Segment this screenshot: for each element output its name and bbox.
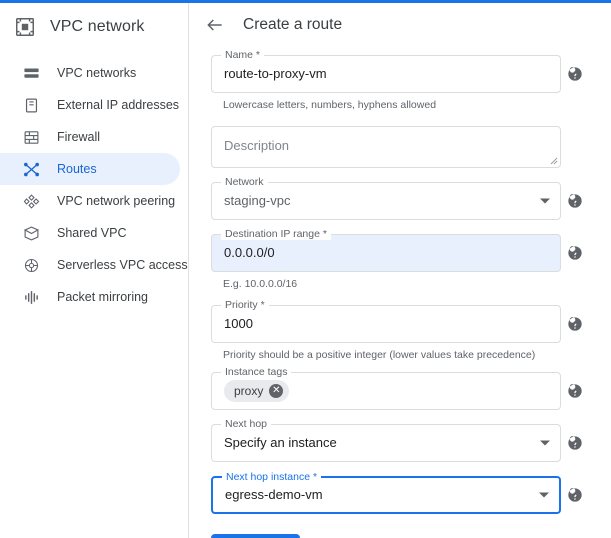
destination-ip-range-value: 0.0.0.0/0 bbox=[224, 245, 275, 261]
description-field-wrap: Description bbox=[211, 126, 561, 168]
sidebar-item-label: Serverless VPC access bbox=[57, 258, 188, 272]
sidebar-item-shared-vpc[interactable]: Shared VPC bbox=[0, 217, 188, 249]
create-route-form: Name * route-to-proxy-vm Lowercase lette… bbox=[189, 47, 611, 538]
page-header: Create a route bbox=[189, 3, 611, 47]
sidebar-item-vpc-networks[interactable]: VPC networks bbox=[0, 57, 188, 89]
cancel-button[interactable]: CANCEL bbox=[310, 534, 392, 538]
external-ip-icon bbox=[22, 96, 40, 114]
next-hop-instance-select[interactable]: Next hop instance * egress-demo-vm bbox=[211, 476, 561, 514]
sidebar: VPC network VPC networks bbox=[0, 3, 189, 538]
sidebar-item-label: External IP addresses bbox=[57, 98, 179, 112]
serverless-access-icon bbox=[22, 256, 40, 274]
app-window: VPC network VPC networks bbox=[0, 0, 611, 538]
destination-ip-range-label: Destination IP range * bbox=[221, 228, 331, 240]
help-icon[interactable] bbox=[567, 316, 583, 332]
body-row: VPC network VPC networks bbox=[0, 3, 611, 538]
instance-tags-label: Instance tags bbox=[221, 366, 291, 378]
sidebar-item-external-ip-addresses[interactable]: External IP addresses bbox=[0, 89, 188, 121]
priority-label: Priority * bbox=[221, 299, 269, 311]
peering-icon bbox=[22, 192, 40, 210]
priority-input[interactable]: Priority * 1000 bbox=[211, 305, 561, 343]
close-icon[interactable]: ✕ bbox=[269, 384, 283, 398]
sidebar-item-label: Shared VPC bbox=[57, 226, 126, 240]
sidebar-item-vpc-network-peering[interactable]: VPC network peering bbox=[0, 185, 188, 217]
shared-vpc-icon bbox=[22, 224, 40, 242]
priority-helper-text: Priority should be a positive integer (l… bbox=[223, 348, 587, 362]
next-hop-instance-value: egress-demo-vm bbox=[225, 487, 323, 503]
help-icon[interactable] bbox=[567, 193, 583, 209]
sidebar-item-label: Packet mirroring bbox=[57, 290, 148, 304]
chevron-down-icon[interactable] bbox=[540, 199, 550, 204]
name-value: route-to-proxy-vm bbox=[224, 66, 327, 82]
destination-ip-range-input[interactable]: Destination IP range * 0.0.0.0/0 bbox=[211, 234, 561, 272]
instance-tag-chip[interactable]: proxy ✕ bbox=[224, 380, 289, 402]
sidebar-item-label: VPC network peering bbox=[57, 194, 175, 208]
next-hop-instance-field-wrap: Next hop instance * egress-demo-vm bbox=[211, 476, 561, 514]
form-actions: CREATE CANCEL bbox=[211, 534, 587, 538]
network-select[interactable]: Network staging-vpc bbox=[211, 182, 561, 220]
priority-field-wrap: Priority * 1000 bbox=[211, 305, 561, 343]
next-hop-instance-label: Next hop instance * bbox=[222, 471, 321, 483]
resize-handle-icon[interactable] bbox=[550, 157, 558, 165]
sidebar-item-label: Routes bbox=[57, 162, 97, 176]
main-panel: Create a route Name * route-to-proxy-vm bbox=[189, 3, 611, 538]
sidebar-item-routes[interactable]: Routes bbox=[0, 153, 180, 185]
next-hop-field-wrap: Next hop Specify an instance bbox=[211, 424, 561, 462]
network-value: staging-vpc bbox=[224, 193, 290, 209]
firewall-icon bbox=[22, 128, 40, 146]
description-placeholder: Description bbox=[224, 138, 289, 153]
network-field-wrap: Network staging-vpc bbox=[211, 182, 561, 220]
create-button[interactable]: CREATE bbox=[211, 534, 300, 538]
priority-value: 1000 bbox=[224, 316, 253, 332]
instance-tags-field-wrap: Instance tags proxy ✕ bbox=[211, 372, 561, 410]
next-hop-select[interactable]: Next hop Specify an instance bbox=[211, 424, 561, 462]
destination-ip-range-helper-text: E.g. 10.0.0.0/16 bbox=[223, 277, 587, 291]
name-label: Name * bbox=[221, 49, 264, 61]
sidebar-item-serverless-vpc-access[interactable]: Serverless VPC access bbox=[0, 249, 188, 281]
vpc-network-icon bbox=[14, 16, 36, 38]
routes-icon bbox=[22, 160, 40, 178]
help-icon[interactable] bbox=[567, 487, 583, 503]
instance-tags-input[interactable]: Instance tags proxy ✕ bbox=[211, 372, 561, 410]
back-arrow-icon[interactable] bbox=[205, 15, 225, 35]
sidebar-header: VPC network bbox=[0, 7, 188, 47]
chevron-down-icon[interactable] bbox=[540, 441, 550, 446]
description-input[interactable]: Description bbox=[211, 126, 561, 168]
packet-mirroring-icon bbox=[22, 288, 40, 306]
sidebar-item-label: Firewall bbox=[57, 130, 100, 144]
name-helper-text: Lowercase letters, numbers, hyphens allo… bbox=[223, 98, 587, 112]
destination-ip-range-field-wrap: Destination IP range * 0.0.0.0/0 bbox=[211, 234, 561, 272]
next-hop-label: Next hop bbox=[221, 418, 271, 430]
name-input[interactable]: Name * route-to-proxy-vm bbox=[211, 55, 561, 93]
help-icon[interactable] bbox=[567, 383, 583, 399]
sidebar-title: VPC network bbox=[50, 18, 144, 36]
help-icon[interactable] bbox=[567, 435, 583, 451]
chevron-down-icon[interactable] bbox=[539, 493, 549, 498]
instance-tag-chip-label: proxy bbox=[234, 384, 263, 398]
page-title: Create a route bbox=[243, 16, 342, 34]
network-label: Network bbox=[221, 176, 268, 188]
sidebar-item-firewall[interactable]: Firewall bbox=[0, 121, 188, 153]
name-field-wrap: Name * route-to-proxy-vm bbox=[211, 55, 561, 93]
sidebar-item-label: VPC networks bbox=[57, 66, 136, 80]
help-icon[interactable] bbox=[567, 245, 583, 261]
help-icon[interactable] bbox=[567, 66, 583, 82]
next-hop-value: Specify an instance bbox=[224, 435, 337, 451]
sidebar-item-packet-mirroring[interactable]: Packet mirroring bbox=[0, 281, 188, 313]
network-grid-icon bbox=[22, 64, 40, 82]
